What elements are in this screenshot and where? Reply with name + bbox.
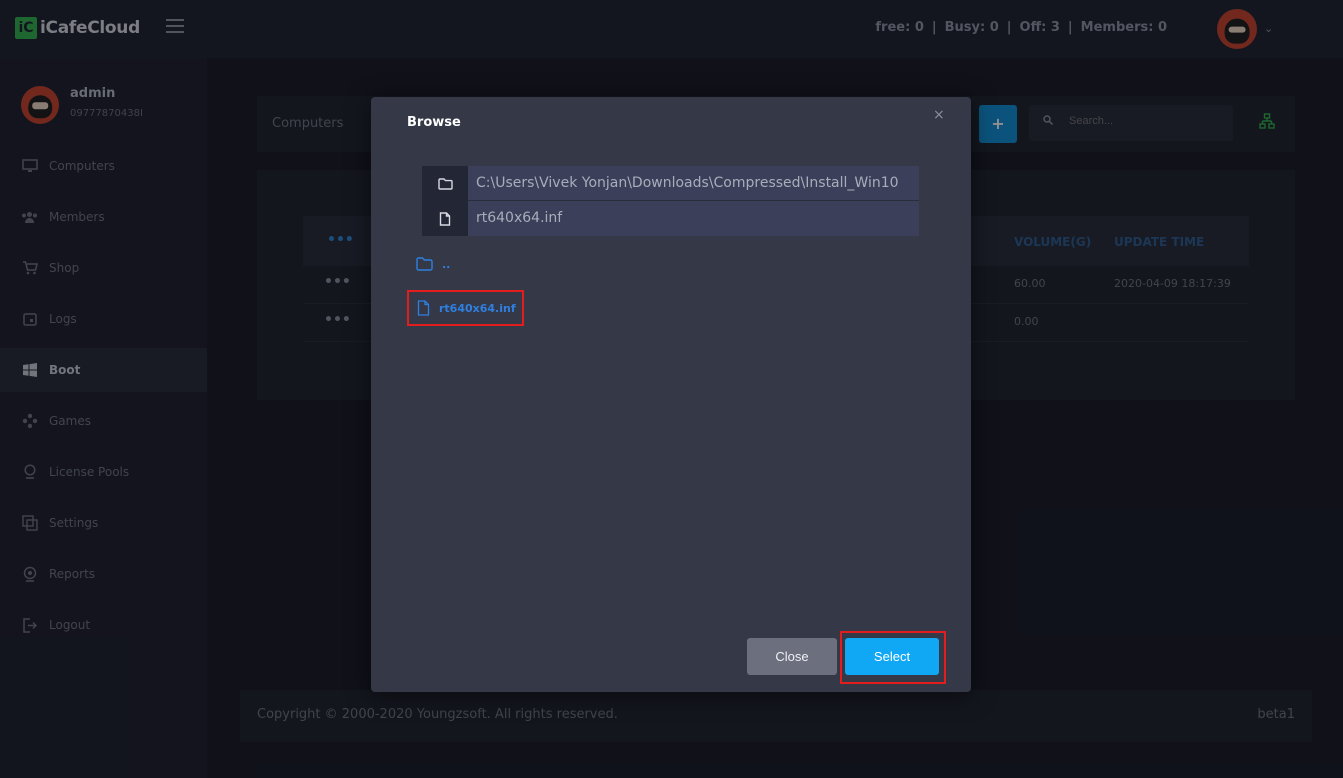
dialog-title: Browse <box>407 115 461 130</box>
close-icon[interactable]: × <box>933 107 945 123</box>
path-fields: C:\Users\Vivek Yonjan\Downloads\Compress… <box>422 166 919 236</box>
browse-dialog: Browse × C:\Users\Vivek Yonjan\Downloads… <box>371 97 971 692</box>
parent-folder-item[interactable]: .. <box>416 257 450 271</box>
file-name-row: rt640x64.inf <box>422 201 919 236</box>
folder-icon <box>416 257 433 271</box>
close-button[interactable]: Close <box>747 638 837 675</box>
file-icon <box>417 300 430 316</box>
item-label: .. <box>442 257 451 271</box>
file-icon <box>422 201 468 236</box>
file-name-field[interactable]: rt640x64.inf <box>468 201 919 236</box>
item-label: rt640x64.inf <box>439 301 516 315</box>
folder-path-field[interactable]: C:\Users\Vivek Yonjan\Downloads\Compress… <box>468 166 919 201</box>
file-item-selected[interactable]: rt640x64.inf <box>407 290 524 326</box>
folder-path-row: C:\Users\Vivek Yonjan\Downloads\Compress… <box>422 166 919 201</box>
select-button[interactable]: Select <box>845 638 939 675</box>
folder-icon <box>422 166 468 201</box>
